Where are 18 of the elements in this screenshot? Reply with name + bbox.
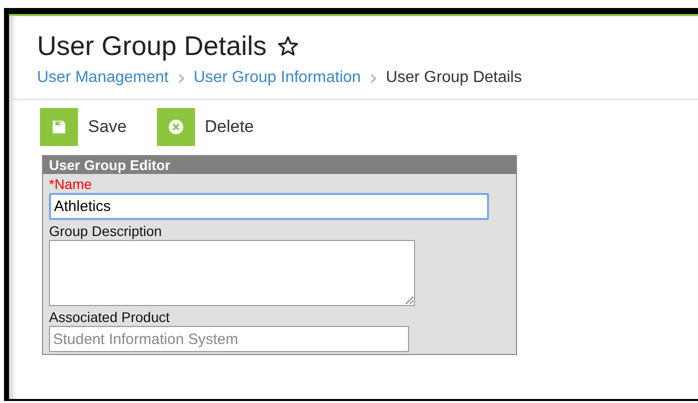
delete-icon[interactable] bbox=[156, 108, 195, 146]
delete-button[interactable]: Delete bbox=[204, 117, 254, 137]
description-field[interactable] bbox=[49, 240, 415, 306]
field-label: *Name bbox=[49, 176, 92, 192]
breadcrumb-link[interactable]: User Management bbox=[37, 69, 169, 87]
chevron-icon bbox=[178, 72, 185, 84]
breadcrumb-link[interactable]: User Group Information bbox=[194, 69, 361, 87]
save-icon[interactable] bbox=[40, 108, 78, 146]
star-icon[interactable] bbox=[276, 35, 299, 57]
page-title: User Group Details bbox=[37, 30, 267, 62]
field-label: Group Description bbox=[49, 223, 162, 239]
chevron-icon bbox=[370, 72, 377, 84]
save-button[interactable]: Save bbox=[88, 117, 127, 137]
panel-header: User Group Editor bbox=[43, 156, 516, 174]
product-field[interactable]: Student Information System bbox=[49, 326, 409, 352]
breadcrumb-current: User Group Details bbox=[386, 69, 522, 87]
name-field[interactable]: Athletics bbox=[49, 193, 489, 220]
field-label: Associated Product bbox=[49, 309, 170, 325]
